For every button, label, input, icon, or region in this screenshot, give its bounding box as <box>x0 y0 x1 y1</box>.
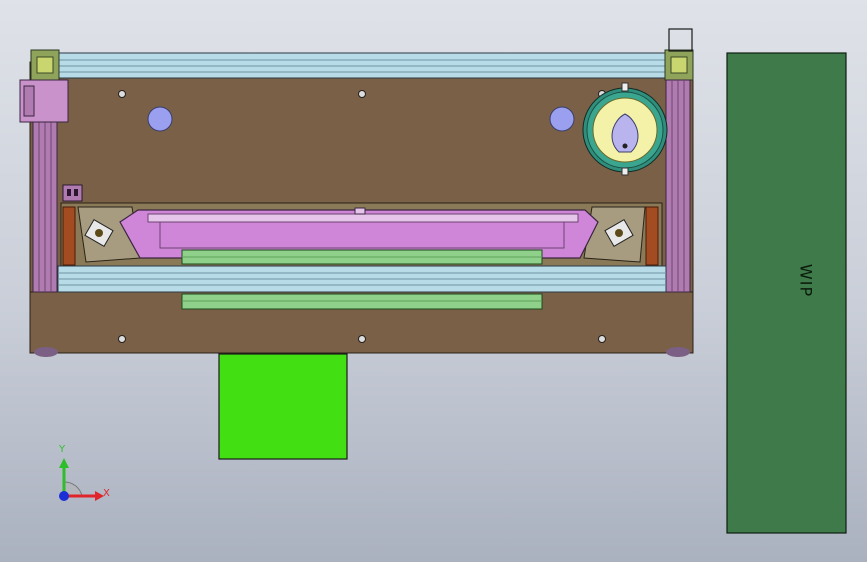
wip-box[interactable] <box>726 52 847 534</box>
screw <box>598 335 606 343</box>
foot-right <box>666 347 690 357</box>
foot-left <box>34 347 58 357</box>
sensor-box <box>668 28 693 52</box>
connector <box>62 184 83 202</box>
coordinate-triad <box>59 458 104 501</box>
mount-hole-right <box>549 106 575 132</box>
model-viewport[interactable] <box>0 0 867 562</box>
screw <box>358 90 366 98</box>
mount-hole-left <box>147 106 173 132</box>
clamp-right[interactable] <box>583 206 646 263</box>
z-axis-icon <box>59 491 69 501</box>
screw <box>118 90 126 98</box>
x-axis-label: X <box>103 488 110 499</box>
y-axis-label: Y <box>59 444 66 455</box>
screw <box>358 335 366 343</box>
screw <box>118 335 126 343</box>
wip-label: WIP <box>796 263 816 298</box>
green-block[interactable] <box>218 353 348 460</box>
